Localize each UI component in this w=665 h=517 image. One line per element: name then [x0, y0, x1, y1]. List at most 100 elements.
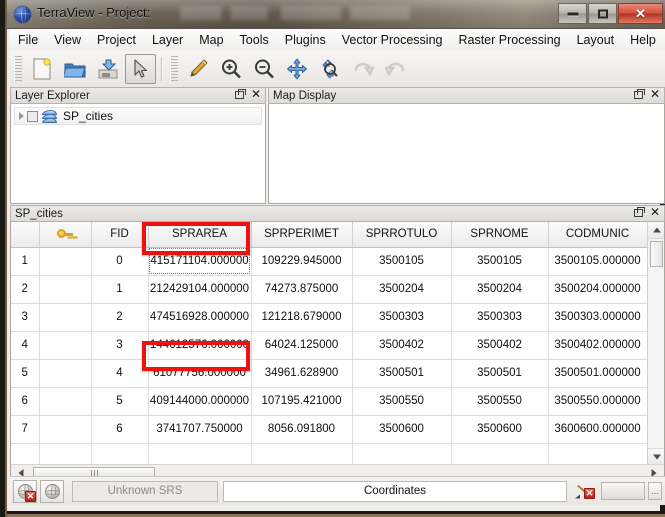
attribute-table-float-icon[interactable] [633, 206, 645, 217]
pen-draw-icon[interactable] [182, 54, 213, 84]
col-header-sprarea[interactable]: SPRAREA [148, 222, 252, 248]
col-header-rownum[interactable] [11, 222, 40, 248]
chevron-right-icon[interactable] [19, 112, 24, 120]
menu-view[interactable]: View [46, 30, 89, 50]
cell-key[interactable] [39, 275, 92, 304]
cell-sprperimet[interactable]: 34961.628900 [251, 359, 353, 388]
cell-sprarea[interactable]: 474516928.000000 [148, 303, 252, 332]
vertical-scroll-thumb[interactable] [650, 241, 663, 267]
table-row[interactable]: 6 5 409144000.000000 107195.421000 35005… [11, 387, 648, 416]
map-display-float-icon[interactable] [633, 88, 645, 99]
table-row[interactable]: 4 3 144612576.000000 64024.125000 350040… [11, 331, 648, 360]
scroll-up-icon[interactable] [648, 222, 664, 239]
cell-sprrotulo[interactable]: 3500600 [352, 415, 452, 444]
cell-sprperimet[interactable]: 74273.875000 [251, 275, 353, 304]
col-header-sprnome[interactable]: SPRNOME [451, 222, 549, 248]
cell-fid[interactable]: 0 [91, 247, 149, 276]
cell-fid[interactable]: 1 [91, 275, 149, 304]
cell-fid[interactable]: 2 [91, 303, 149, 332]
menu-layer[interactable]: Layer [144, 30, 191, 50]
cell-codmunic[interactable]: 3500402.000000 [548, 331, 648, 360]
cell-sprnome[interactable]: 3500105 [451, 247, 549, 276]
cell-sprarea[interactable]: 212429104.000000 [148, 275, 252, 304]
table-row[interactable]: 5 4 61077756.000000 34961.628900 3500501… [11, 359, 648, 388]
row-number[interactable]: 6 [11, 387, 40, 416]
table-row[interactable]: 1 0 415171104.000000 109229.945000 35001… [11, 247, 648, 276]
cell-sprarea[interactable]: 3741707.750000 [148, 415, 252, 444]
menu-layout[interactable]: Layout [569, 30, 623, 50]
cell-fid[interactable]: 3 [91, 331, 149, 360]
cell-sprrotulo[interactable]: 3500204 [352, 275, 452, 304]
menu-help[interactable]: Help [622, 30, 664, 50]
srs-field[interactable]: Unknown SRS [72, 480, 218, 502]
cell-sprarea[interactable]: 61077756.000000 [148, 359, 252, 388]
menu-vector-processing[interactable]: Vector Processing [334, 30, 451, 50]
cell-fid[interactable]: 4 [91, 359, 149, 388]
cell-sprperimet[interactable]: 8056.091800 [251, 415, 353, 444]
cell-sprperimet[interactable]: 107195.421000 [251, 387, 353, 416]
redo-icon[interactable] [380, 54, 411, 84]
row-number[interactable]: 7 [11, 415, 40, 444]
cell-codmunic[interactable]: 3500204.000000 [548, 275, 648, 304]
menu-map[interactable]: Map [191, 30, 231, 50]
col-header-fid[interactable]: FID [91, 222, 149, 248]
row-number[interactable]: 4 [11, 331, 40, 360]
minimize-button[interactable] [558, 3, 587, 24]
cell-codmunic[interactable]: 3500105.000000 [548, 247, 648, 276]
cell-key[interactable] [39, 331, 92, 360]
map-canvas[interactable] [268, 104, 665, 204]
cell-sprrotulo[interactable]: 3500550 [352, 387, 452, 416]
row-number[interactable]: 3 [11, 303, 40, 332]
cell-sprnome[interactable]: 3500600 [451, 415, 549, 444]
row-number[interactable]: 5 [11, 359, 40, 388]
zoom-extent-icon[interactable] [314, 54, 345, 84]
col-header-sprperimet[interactable]: SPRPERIMET [251, 222, 353, 248]
cell-key[interactable] [39, 415, 92, 444]
cell-codmunic[interactable]: 3500501.000000 [548, 359, 648, 388]
table-row[interactable]: 3 2 474516928.000000 121218.679000 35003… [11, 303, 648, 332]
toolbar-grip-2[interactable] [170, 56, 178, 82]
cell-sprnome[interactable]: 3500550 [451, 387, 549, 416]
attribute-table-close-icon[interactable]: ✕ [650, 206, 660, 218]
cell-sprrotulo[interactable]: 3500105 [352, 247, 452, 276]
pen-error-icon[interactable]: ✕ [573, 480, 597, 503]
map-display-close-icon[interactable]: ✕ [650, 88, 660, 100]
scroll-down-icon[interactable] [648, 448, 664, 465]
menu-file[interactable]: File [10, 30, 46, 50]
cell-sprarea[interactable]: 415171104.000000 [148, 247, 252, 276]
cell-sprrotulo[interactable]: 3500501 [352, 359, 452, 388]
col-header-key[interactable] [39, 222, 92, 248]
toolbar-grip-1[interactable] [14, 56, 22, 82]
save-icon[interactable] [92, 54, 123, 84]
row-number[interactable]: 2 [11, 275, 40, 304]
zoom-out-icon[interactable] [248, 54, 279, 84]
cell-codmunic[interactable]: 3600600.000000 [548, 415, 648, 444]
col-header-sprrotulo[interactable]: SPRROTULO [352, 222, 452, 248]
layer-explorer-float-icon[interactable] [234, 88, 246, 99]
cell-sprperimet[interactable]: 121218.679000 [251, 303, 353, 332]
col-header-codmunic[interactable]: CODMUNIC [548, 222, 648, 248]
cell-key[interactable] [39, 247, 92, 276]
cell-key[interactable] [39, 303, 92, 332]
globe-error-icon[interactable]: ✕ [13, 479, 37, 503]
cell-key[interactable] [39, 359, 92, 388]
cell-sprperimet[interactable]: 64024.125000 [251, 331, 353, 360]
close-button[interactable]: ✕ [618, 3, 663, 24]
menu-raster-processing[interactable]: Raster Processing [450, 30, 568, 50]
layer-explorer-close-icon[interactable]: ✕ [251, 88, 261, 100]
pan-move-icon[interactable] [281, 54, 312, 84]
cell-sprnome[interactable]: 3500501 [451, 359, 549, 388]
menu-plugins[interactable]: Plugins [277, 30, 334, 50]
cell-fid[interactable]: 5 [91, 387, 149, 416]
overflow-button[interactable]: ... [648, 482, 662, 500]
cell-key[interactable] [39, 387, 92, 416]
globe-icon[interactable] [40, 479, 64, 503]
cell-fid[interactable]: 6 [91, 415, 149, 444]
row-number[interactable]: 1 [11, 247, 40, 276]
cell-sprperimet[interactable]: 109229.945000 [251, 247, 353, 276]
zoom-in-icon[interactable] [215, 54, 246, 84]
cell-sprrotulo[interactable]: 3500402 [352, 331, 452, 360]
maximize-button[interactable] [588, 3, 617, 24]
cell-sprnome[interactable]: 3500204 [451, 275, 549, 304]
cell-codmunic[interactable]: 3500550.000000 [548, 387, 648, 416]
